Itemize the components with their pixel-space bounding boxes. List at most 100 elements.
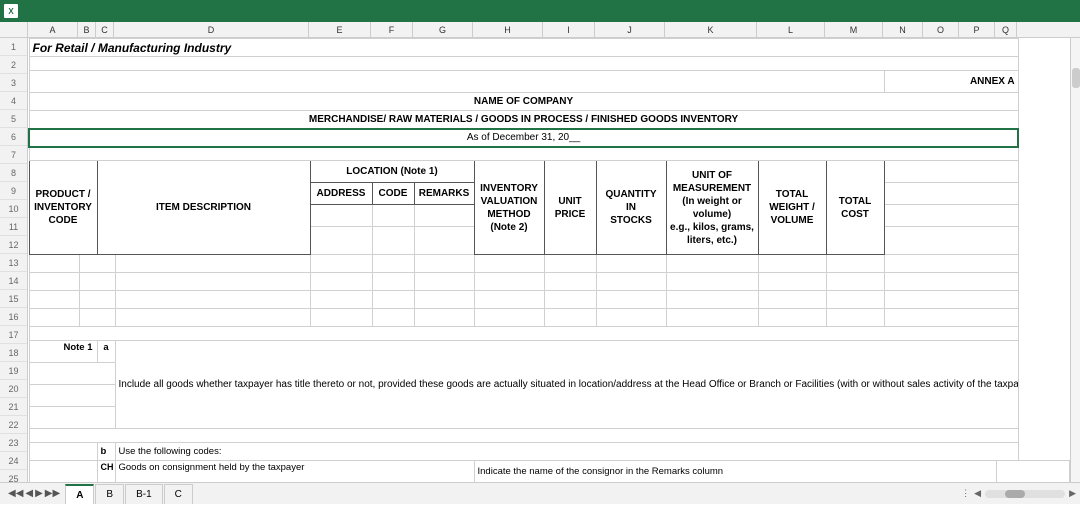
row-4: NAME OF COMPANY xyxy=(29,93,1070,111)
excel-icon: X xyxy=(4,4,18,18)
data-r12-j xyxy=(596,255,666,273)
row-6: As of December 31, 20__ xyxy=(29,129,1070,147)
row-num-3: 3 xyxy=(0,74,27,92)
cell-r11-e xyxy=(310,227,372,255)
data-r13-h xyxy=(474,273,544,291)
data-r14-h xyxy=(474,291,544,309)
header-unit-measurement: UNIT OFMEASUREMENT(In weight or volume)e… xyxy=(666,161,758,255)
data-r14-l xyxy=(758,291,826,309)
cell-r10-right xyxy=(884,205,1018,227)
cell-r7 xyxy=(29,147,1018,161)
data-r12-m xyxy=(826,255,884,273)
row-8: PRODUCT /INVENTORY CODE ITEM DESCRIPTION… xyxy=(29,161,1070,183)
data-r14-i xyxy=(544,291,596,309)
bottom-right: ⋮ ◀ ▶ xyxy=(961,488,1080,499)
tab-nav-next[interactable]: ▶ xyxy=(35,488,43,499)
status-dots: ⋮ xyxy=(961,488,970,499)
data-r13-e xyxy=(310,273,372,291)
cell-r10-g xyxy=(414,205,474,227)
row-5: MERCHANDISE/ RAW MATERIALS / GOODS IN PR… xyxy=(29,111,1070,129)
data-r14-d xyxy=(115,291,310,309)
data-r14-g xyxy=(414,291,474,309)
data-r13-a xyxy=(29,273,79,291)
column-headers: A B C D E F G H I J K L M N O P Q xyxy=(0,22,1080,38)
row-num-6: 6 xyxy=(0,128,27,146)
code-ch-desc: Goods on consignment held by the taxpaye… xyxy=(115,461,474,483)
header-location: LOCATION (Note 1) xyxy=(310,161,474,183)
data-r15-bc xyxy=(79,309,115,327)
data-r12-g xyxy=(414,255,474,273)
row-num-18: 18 xyxy=(0,344,27,362)
data-r13-f xyxy=(372,273,414,291)
data-r14-f xyxy=(372,291,414,309)
code-ch-instruction: Indicate the name of the consignor in th… xyxy=(474,461,996,483)
tab-nav-right[interactable]: ▶▶ xyxy=(45,488,60,499)
col-header-o: O xyxy=(923,22,959,37)
header-address: ADDRESS xyxy=(310,183,372,205)
data-r12-e xyxy=(310,255,372,273)
tab-nav-left[interactable]: ◀◀ xyxy=(8,488,23,499)
data-r14-j xyxy=(596,291,666,309)
cell-r19-left xyxy=(29,385,115,407)
data-r14-e xyxy=(310,291,372,309)
cell-r10-e xyxy=(310,205,372,227)
data-r15-k xyxy=(666,309,758,327)
row-21 xyxy=(29,429,1070,443)
col-header-e: E xyxy=(309,22,371,37)
tab-nav-buttons[interactable]: ◀◀ ◀ ▶ ▶▶ xyxy=(4,488,64,499)
row-num-17: 17 xyxy=(0,326,27,344)
data-r14-k xyxy=(666,291,758,309)
row-numbers: 1 2 3 4 5 6 7 8 9 10 11 12 13 14 15 16 1… xyxy=(0,38,28,482)
content-area[interactable]: For Retail / Manufacturing Industry ANNE… xyxy=(28,38,1070,482)
horizontal-scrollbar[interactable] xyxy=(985,490,1065,498)
data-r15-i xyxy=(544,309,596,327)
cell-subtitle: MERCHANDISE/ RAW MATERIALS / GOODS IN PR… xyxy=(29,111,1018,129)
note1-b-text: Use the following codes: xyxy=(115,443,1018,461)
data-r15-a xyxy=(29,309,79,327)
header-inv-valuation: INVENTORYVALUATIONMETHOD(Note 2) xyxy=(474,161,544,255)
cell-r20-left xyxy=(29,407,115,429)
row-num-11: 11 xyxy=(0,218,27,236)
cell-r16 xyxy=(29,327,1018,341)
cell-r11-g xyxy=(414,227,474,255)
header-remarks: REMARKS xyxy=(414,183,474,205)
row-num-7: 7 xyxy=(0,146,27,164)
scroll-right[interactable]: ▶ xyxy=(1069,488,1076,499)
h-scrollbar-thumb[interactable] xyxy=(1005,490,1025,498)
row-1: For Retail / Manufacturing Industry xyxy=(29,39,1070,57)
tab-a[interactable]: A xyxy=(65,484,94,504)
col-header-d: D xyxy=(114,22,309,37)
row-num-9: 9 xyxy=(0,182,27,200)
cell-r21 xyxy=(29,429,1018,443)
tab-b[interactable]: B xyxy=(95,484,124,504)
tab-c[interactable]: C xyxy=(164,484,193,504)
data-r12-bc xyxy=(79,255,115,273)
row-num-23: 23 xyxy=(0,434,27,452)
col-header-k: K xyxy=(665,22,757,37)
cell-r8-right xyxy=(884,161,1018,183)
data-r13-bc xyxy=(79,273,115,291)
row-3: ANNEX A xyxy=(29,71,1070,93)
cell-as-of[interactable]: As of December 31, 20__ xyxy=(29,129,1018,147)
cell-r23-right xyxy=(996,461,1070,483)
data-r12-rest xyxy=(884,255,1018,273)
sheet-table: For Retail / Manufacturing Industry ANNE… xyxy=(28,38,1070,482)
data-r15-rest xyxy=(884,309,1018,327)
tab-b1[interactable]: B-1 xyxy=(125,484,163,504)
data-r13-k xyxy=(666,273,758,291)
row-num-15: 15 xyxy=(0,290,27,308)
row-num-5: 5 xyxy=(0,110,27,128)
data-r12-h xyxy=(474,255,544,273)
data-r15-d xyxy=(115,309,310,327)
data-r15-l xyxy=(758,309,826,327)
tab-nav-prev[interactable]: ◀ xyxy=(25,488,33,499)
scrollbar-thumb[interactable] xyxy=(1072,68,1080,88)
data-r12-i xyxy=(544,255,596,273)
row-17: Note 1 a Include all goods whether taxpa… xyxy=(29,341,1070,363)
vertical-scrollbar[interactable] xyxy=(1070,38,1080,482)
row-num-25: 25 xyxy=(0,470,27,482)
row-num-19: 19 xyxy=(0,362,27,380)
row-num-13: 13 xyxy=(0,254,27,272)
col-header-h: H xyxy=(473,22,543,37)
scroll-left[interactable]: ◀ xyxy=(974,488,981,499)
